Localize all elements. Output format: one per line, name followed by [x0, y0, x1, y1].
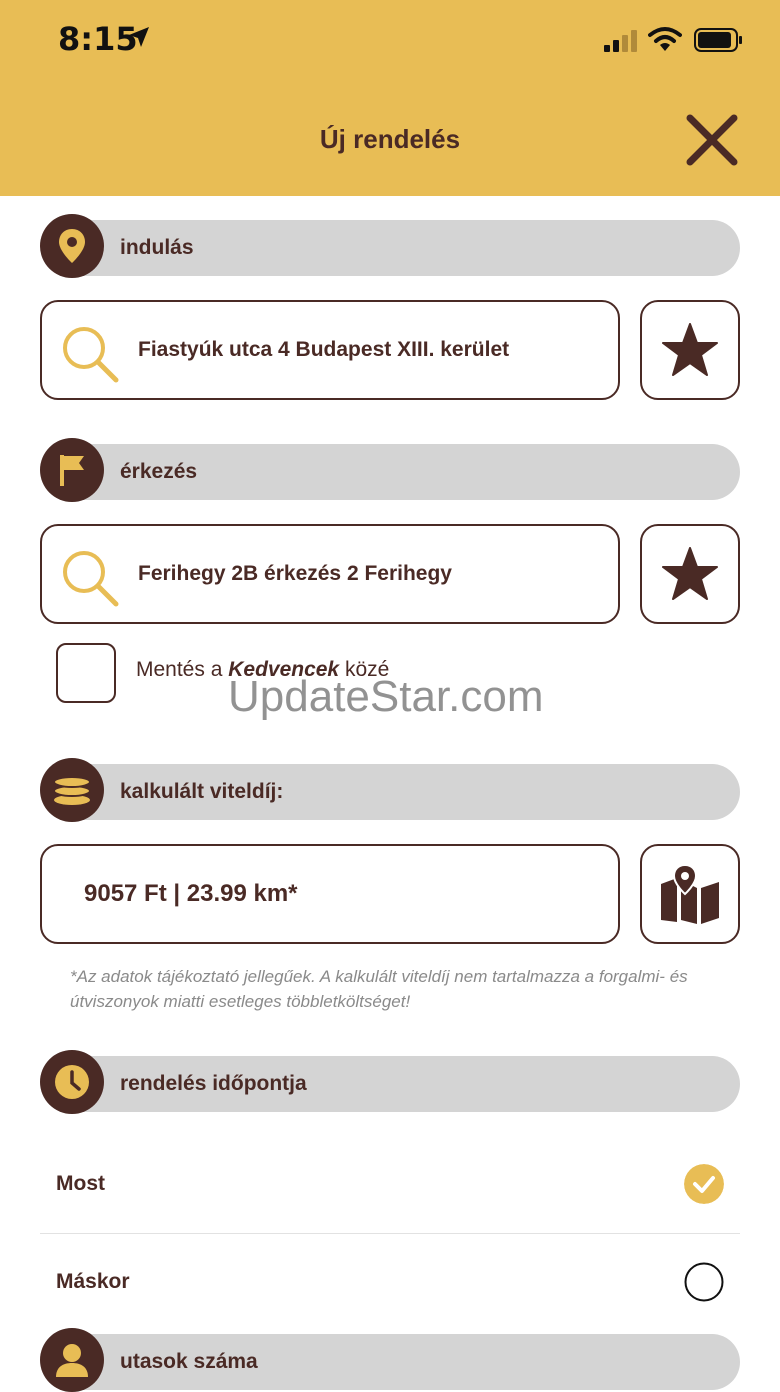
departure-address: Fiastyúk utca 4 Budapest XIII. kerület	[138, 338, 510, 361]
battery-icon	[694, 28, 742, 52]
departure-input[interactable]: Fiastyúk utca 4 Budapest XIII. kerület	[40, 300, 620, 400]
order-time-option-later[interactable]: Máskor	[40, 1234, 740, 1330]
arrival-section-header: érkezés	[40, 438, 740, 502]
option-now-label: Most	[56, 1172, 105, 1195]
arrival-address: Ferihegy 2B érkezés 2 Ferihegy	[138, 562, 452, 585]
fare-section-header: kalkulált viteldíj:	[40, 758, 740, 822]
save-favorites-checkbox[interactable]	[56, 643, 116, 703]
search-icon	[63, 327, 119, 383]
flag-icon	[40, 438, 104, 502]
header-bar: 8:15 Új rendelés	[0, 0, 780, 196]
passengers-label: utasok száma	[120, 1350, 258, 1373]
arrival-label: érkezés	[120, 460, 198, 483]
arrival-favorite-button[interactable]	[640, 524, 740, 624]
fare-value: 9057 Ft | 23.99 km*	[84, 880, 298, 907]
route-map-button[interactable]	[640, 844, 740, 944]
radio-empty-icon[interactable]	[684, 1262, 724, 1302]
map-icon	[661, 864, 719, 924]
page-title: Új rendelés	[319, 124, 461, 154]
fare-label: kalkulált viteldíj:	[120, 780, 284, 803]
star-icon	[662, 547, 718, 600]
close-icon[interactable]	[684, 112, 740, 168]
departure-label: indulás	[120, 236, 194, 259]
cellular-signal-icon	[604, 30, 637, 52]
order-time-section-header: rendelés időpontja	[40, 1050, 740, 1114]
star-icon	[662, 323, 718, 376]
search-icon	[63, 551, 119, 607]
clock-icon	[40, 1050, 104, 1114]
fare-display: 9057 Ft | 23.99 km*	[40, 844, 620, 944]
person-icon	[40, 1328, 104, 1392]
location-pin-icon	[40, 214, 104, 278]
order-time-option-now[interactable]: Most	[40, 1136, 740, 1232]
status-time: 8:15	[58, 20, 138, 58]
fare-disclaimer: *Az adatok tájékoztató jellegűek. A kalk…	[70, 967, 688, 1011]
option-later-label: Máskor	[56, 1270, 130, 1293]
coins-icon	[40, 758, 104, 822]
arrival-input[interactable]: Ferihegy 2B érkezés 2 Ferihegy	[40, 524, 620, 624]
order-time-label: rendelés időpontja	[120, 1072, 307, 1095]
watermark: UpdateStar.com	[228, 672, 544, 721]
checkmark-icon[interactable]	[684, 1164, 724, 1204]
passengers-section-header: utasok száma	[40, 1328, 740, 1392]
location-arrow-icon	[129, 27, 149, 47]
departure-section-header: indulás	[40, 214, 740, 278]
departure-favorite-button[interactable]	[640, 300, 740, 400]
wifi-icon	[648, 27, 682, 51]
